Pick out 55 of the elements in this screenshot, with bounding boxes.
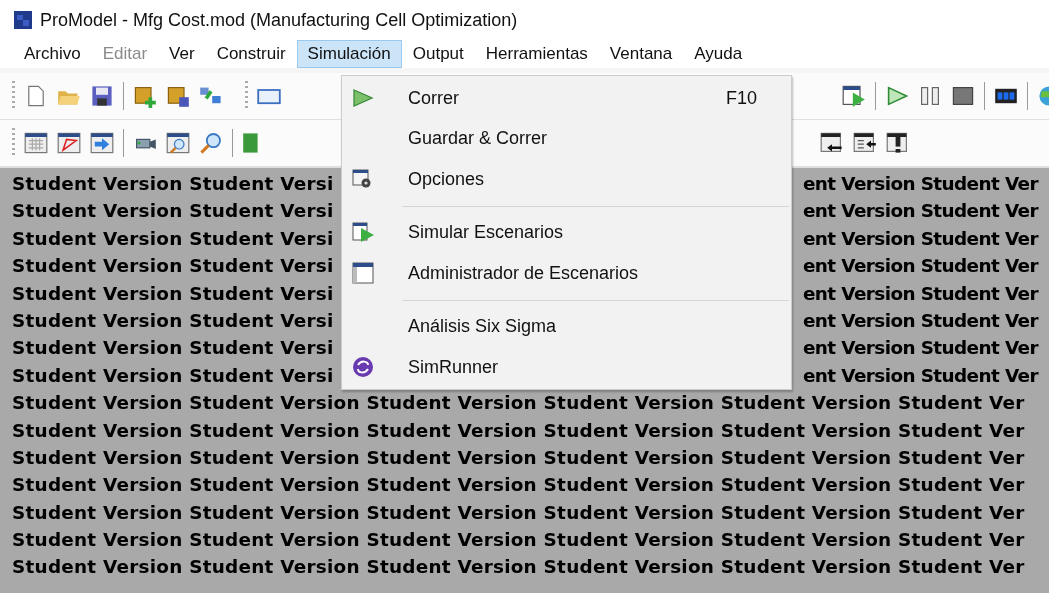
watermark-text: ent Version Student Ver [803, 199, 1038, 224]
watermark-text: ent Version Student Ver [803, 281, 1038, 306]
polygon-window-icon[interactable] [57, 131, 81, 155]
app-icon [14, 11, 32, 29]
watermark-text: Student Version Student Versi [12, 336, 334, 361]
menu-item[interactable]: Ventana [598, 40, 684, 68]
stop-icon[interactable] [951, 84, 975, 108]
watermark-text: ent Version Student Ver [803, 363, 1038, 388]
simrunner-icon [352, 356, 374, 379]
menu-item[interactable]: Output [401, 40, 475, 68]
menu-item[interactable]: Construir [205, 40, 297, 68]
watermark-text: Student Version Student Version Student Version Student Version Student Version Student Ver [12, 555, 1025, 580]
watermark-text: Student Version Student Versi [12, 226, 334, 251]
watermark-text: ent Version Student Ver [803, 172, 1038, 196]
menu-item[interactable]: Ayuda [683, 40, 754, 68]
menu-item[interactable]: Simulación [296, 40, 402, 68]
watermark-text: Student Version Student Version Student Version Student Version Student Version Student Ver [12, 500, 1025, 525]
arrow-window-icon[interactable] [90, 131, 114, 155]
watermark-text: Student Version Student Version Student Version Student Version Student Version Student Ver [12, 391, 1025, 416]
watermark-text: Student Version Student Versi [12, 281, 334, 306]
search-icon[interactable] [199, 131, 223, 155]
alert-window-icon[interactable] [886, 131, 910, 155]
watermark-text: Student Version Student Versi [12, 363, 334, 388]
watermark-text: ent Version Student Ver [803, 254, 1038, 279]
watermark-text: Student Version Student Versi [12, 172, 334, 196]
pause-icon[interactable] [918, 84, 942, 108]
play-icon[interactable] [885, 84, 909, 108]
watermark-text: Student Version Student Version Student Version Student Version Student Version Student Ver [12, 528, 1025, 553]
watermark-text: ent Version Student Ver [803, 226, 1038, 251]
watermark-text: Student Version Student Versi [12, 254, 334, 279]
menu-option[interactable]: Simular Escenarios [342, 212, 791, 253]
gear-window-icon [352, 169, 372, 190]
menu-option[interactable]: Opciones [342, 159, 791, 200]
play-icon [352, 88, 374, 109]
menu-item[interactable]: Herramientas [474, 40, 599, 68]
watermark-text: Student Version Student Versi [12, 199, 334, 224]
menu-option[interactable]: Análisis Six Sigma [342, 306, 791, 347]
watermark-text: Student Version Student Versi [12, 308, 334, 333]
watermark-text: Student Version Student Version Student Version Student Version Student Version Student Ver [12, 473, 1025, 498]
window-title: ProModel - Mfg Cost.mod (Manufacturing Cell Optimization) [40, 9, 518, 31]
menu-option[interactable]: SimRunner [342, 347, 791, 388]
watermark-text: ent Version Student Ver [803, 308, 1038, 333]
watermark-text: Student Version Student Version Student Version Student Version Student Version Student Ver [12, 445, 1025, 470]
menu-option[interactable]: Administrador de Escenarios [342, 253, 791, 294]
window-play-icon [352, 221, 376, 244]
menu-item[interactable]: Archivo [13, 40, 92, 68]
grid-window-icon[interactable] [24, 131, 48, 155]
globe-icon[interactable] [1037, 84, 1049, 108]
window-icon [352, 262, 374, 285]
window-play-icon[interactable] [842, 84, 866, 108]
save-icon[interactable] [90, 84, 114, 108]
watermark-text: ent Version Student Ver [803, 336, 1038, 361]
menu-item[interactable]: Ver [158, 40, 206, 68]
zoom-window-icon[interactable] [166, 131, 190, 155]
watermark-text: Student Version Student Version Student Version Student Version Student Version Student Ver [12, 418, 1025, 443]
